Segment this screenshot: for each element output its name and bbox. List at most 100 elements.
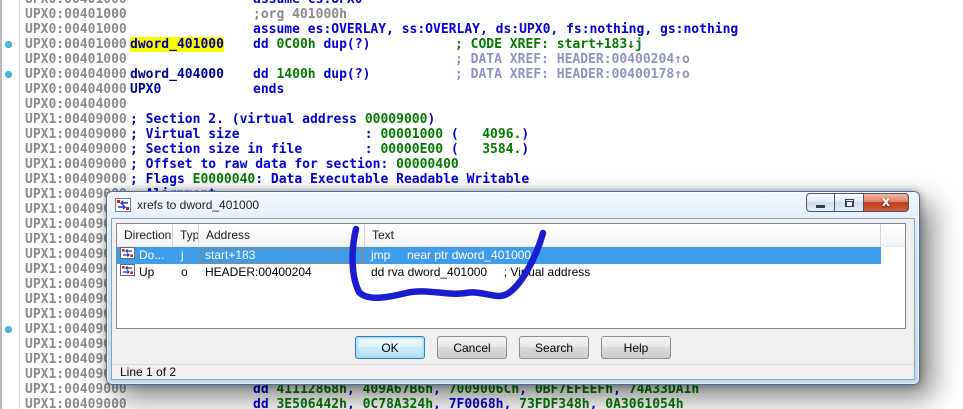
disasm-line[interactable]: UPX1:00409000 dd 3E506442h, 0C78A324h, 7F…: [0, 397, 963, 409]
code-text: ; Flags E0000040: Data Executable Readab…: [130, 172, 529, 187]
code-segment: ;org 401000h: [253, 7, 347, 22]
column-header-text[interactable]: Text: [365, 224, 881, 246]
xref-item-icon: [120, 264, 135, 281]
cancel-button[interactable]: Cancel: [437, 336, 507, 359]
disasm-line[interactable]: UPX0:00401000assume cs:UPX0: [0, 0, 963, 7]
address-label: UPX0:00404000: [25, 82, 127, 97]
address-label: UPX0:00401000: [25, 37, 127, 52]
close-icon: x: [882, 194, 890, 211]
code-segment: ; Section size in file :: [130, 142, 380, 157]
disasm-line[interactable]: UPX1:00409000; Virtual size : 00001000 (…: [0, 127, 963, 142]
nav-marker-dot: [5, 71, 12, 78]
comment-text: ; DATA XREF: HEADER:00400204↑o: [455, 52, 690, 67]
xref-window-icon: [115, 198, 131, 212]
disasm-line[interactable]: UPX0:00401000 ; DATA XREF: HEADER:0040020…: [0, 52, 963, 67]
dialog-client: DirectionTypAddressText Do...jstart+183j…: [111, 218, 915, 380]
code-text: ; Section size in file : 00000E00 ( 3584…: [130, 142, 529, 157]
code-segment: ,: [347, 397, 363, 409]
address-label: UPX0:00401000: [25, 52, 127, 67]
disasm-line[interactable]: UPX1:00409000; Section size in file : 00…: [0, 142, 963, 157]
code-segment: 0C00h: [276, 37, 315, 52]
dialog-title: xrefs to dword_401000: [137, 198, 259, 212]
disasm-line[interactable]: UPX1:00409000; Section 2. (virtual addre…: [0, 112, 963, 127]
code-segment: dd: [253, 37, 276, 52]
type-cell: j: [173, 247, 199, 264]
dialog-buttons: OK Cancel Search Help: [112, 336, 914, 359]
disasm-line[interactable]: UPX0:00401000dword_401000 dd 0C00h dup(?)…: [0, 37, 963, 52]
minimize-icon: [816, 205, 825, 208]
address-label: UPX1:00409000: [25, 397, 127, 409]
code-segment: dd: [253, 397, 276, 409]
code-segment: 00001000: [380, 127, 443, 142]
column-header-typ[interactable]: Typ: [173, 224, 199, 246]
dialog-titlebar[interactable]: xrefs to dword_401000 x: [107, 192, 919, 218]
code-segment: ; Offset to raw data for section:: [130, 157, 396, 172]
address-cell: HEADER:00400204: [199, 264, 365, 281]
disasm-line[interactable]: UPX1:00409000; Flags E0000040: Data Exec…: [0, 172, 963, 187]
code-segment: 7F0068h: [449, 397, 504, 409]
address-label: UPX1:00409000: [25, 112, 127, 127]
code-segment: ends: [253, 82, 284, 97]
code-segment: 0A3061054h: [605, 397, 683, 409]
code-segment: E0000040: [193, 172, 256, 187]
code-segment: ,: [590, 397, 606, 409]
direction-cell: Up: [117, 264, 173, 281]
code-segment: ): [521, 142, 529, 157]
direction-cell: Do...: [117, 247, 173, 264]
nav-marker-dot: [5, 41, 12, 48]
close-button[interactable]: x: [863, 193, 909, 212]
dialog-statusbar: Line 1 of 2: [112, 364, 914, 379]
code-text: assume es:OVERLAY, ss:OVERLAY, ds:UPX0, …: [253, 22, 738, 37]
code-segment: ; DATA XREF: HEADER:00400204↑o: [455, 52, 690, 67]
address-label: UPX0:00401000: [25, 22, 127, 37]
code-text: ;org 401000h: [253, 7, 347, 22]
help-button[interactable]: Help: [601, 336, 671, 359]
list-header: DirectionTypAddressText: [117, 224, 905, 247]
disasm-line[interactable]: UPX0:00404000: [0, 97, 963, 112]
address-label: UPX1:00409000: [25, 142, 127, 157]
text-cell: dd rva dword_401000 ; Virtual address: [365, 264, 881, 281]
disasm-line[interactable]: UPX1:00409000; Offset to raw data for se…: [0, 157, 963, 172]
address-label: UPX0:00401000: [25, 7, 127, 22]
direction-text: Up: [139, 264, 154, 281]
code-segment: ; Section 2. (virtual address: [130, 112, 365, 127]
address-label: UPX1:00409000: [25, 172, 127, 187]
xref-list: DirectionTypAddressText Do...jstart+183j…: [116, 223, 906, 329]
column-header-address[interactable]: Address: [199, 224, 365, 246]
code-segment: 3584.: [459, 142, 522, 157]
disasm-line[interactable]: UPX0:00401000 ;org 401000h: [0, 7, 963, 22]
code-segment: : Data Executable Readable Writable: [255, 172, 529, 187]
code-text: ; Virtual size : 00001000 ( 4096.): [130, 127, 529, 142]
status-text: Line 1 of 2: [120, 365, 176, 379]
code-segment: 73FDF348h: [519, 397, 589, 409]
address-label: UPX1:00409000: [25, 127, 127, 142]
code-text: dd 0C00h dup(?): [253, 37, 370, 52]
code-segment: 00000E00: [380, 142, 443, 157]
type-cell: o: [173, 264, 199, 281]
nav-marker-dot: [5, 326, 12, 333]
maximize-icon: [845, 199, 854, 207]
xref-row[interactable]: Up oHEADER:00400204dd rva dword_401000 ; …: [117, 264, 881, 281]
address-label: UPX1:00409000: [25, 157, 127, 172]
xrefs-dialog: xrefs to dword_401000 x DirectionTypAddr…: [106, 191, 920, 385]
minimize-button[interactable]: [806, 193, 835, 212]
code-segment: (: [443, 127, 459, 142]
code-segment: ; Flags: [130, 172, 193, 187]
ok-button[interactable]: OK: [355, 336, 425, 359]
column-header-filler: [881, 224, 905, 246]
code-segment: assume es:OVERLAY, ss:OVERLAY, ds:UPX0, …: [253, 22, 738, 37]
code-segment: dup(?): [316, 37, 371, 52]
code-segment: 0C78A324h: [363, 397, 433, 409]
identifier-label: dword_401000: [130, 37, 224, 52]
code-segment: 3E506442h: [276, 397, 346, 409]
search-button[interactable]: Search: [519, 336, 589, 359]
maximize-button[interactable]: [834, 193, 864, 212]
disasm-line[interactable]: UPX0:00404000UPX0ends: [0, 82, 963, 97]
code-segment: dd: [253, 67, 276, 82]
code-segment: assume cs:UPX0: [253, 0, 363, 7]
disasm-line[interactable]: UPX0:00404000dword_404000dd 1400h dup(?)…: [0, 67, 963, 82]
disasm-line[interactable]: UPX0:00401000 assume es:OVERLAY, ss:OVERL…: [0, 22, 963, 37]
xref-row[interactable]: Do...jstart+183jmp near ptr dword_401000: [117, 247, 881, 264]
column-header-direction[interactable]: Direction: [117, 224, 173, 246]
text-cell: jmp near ptr dword_401000: [365, 247, 881, 264]
